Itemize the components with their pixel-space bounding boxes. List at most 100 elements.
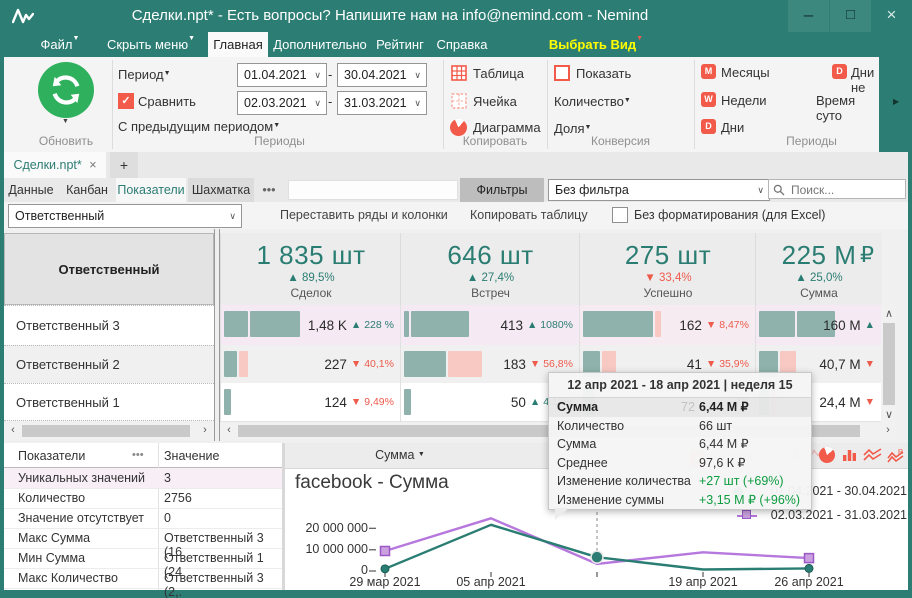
- period-start-select[interactable]: 01.04.2021∨: [237, 63, 327, 87]
- months-item[interactable]: Месяцы: [721, 65, 770, 80]
- menu-file[interactable]: Файл▼: [30, 32, 90, 57]
- refresh-caret-icon[interactable]: ▼: [62, 118, 69, 125]
- tab-rating[interactable]: Рейтинг: [372, 32, 428, 57]
- caret-down-icon: ▼: [418, 451, 425, 458]
- bar-chart-icon[interactable]: [842, 448, 857, 462]
- table-cell[interactable]: 413▲ 1080%: [400, 305, 580, 346]
- main-vscrollbar[interactable]: ∧ ∨: [881, 305, 897, 423]
- filter-select[interactable]: Без фильтра∨: [548, 179, 770, 201]
- add-tab-button[interactable]: +: [110, 152, 138, 178]
- tab-close-icon[interactable]: ×: [89, 158, 96, 172]
- row-label[interactable]: Ответственный 2: [4, 345, 214, 383]
- scrollbar-thumb[interactable]: [883, 323, 895, 405]
- minimize-button[interactable]: –: [788, 0, 829, 32]
- tab-main[interactable]: Главная: [208, 32, 268, 57]
- close-button[interactable]: ×: [871, 0, 912, 32]
- table-cell[interactable]: 162▼ 8,47%: [579, 305, 756, 346]
- mini-bars: [224, 351, 250, 377]
- view-tab-chessboard[interactable]: Шахматка: [188, 178, 254, 202]
- chart-metric-select[interactable]: Сумма ▼: [340, 448, 460, 462]
- area-chart-icon[interactable]: [863, 448, 882, 462]
- rating-chart-icon[interactable]: R: [887, 448, 905, 464]
- with-previous-period[interactable]: С предыдущим периодом▼: [118, 119, 280, 134]
- copy-diagram-item[interactable]: Диаграмма: [473, 120, 541, 135]
- weekdays-item[interactable]: Дни не: [851, 65, 879, 95]
- view-tab-kanban[interactable]: Канбан: [60, 178, 114, 202]
- conversion-quantity[interactable]: Количество▼: [554, 94, 631, 109]
- kpi-success[interactable]: 275 шт ▼ 33,4% Успешно: [579, 233, 756, 306]
- weeks-icon: W: [701, 92, 716, 107]
- stats-row[interactable]: Количество2756: [4, 488, 282, 509]
- copy-table-button[interactable]: Копировать таблицу: [470, 208, 588, 222]
- table-cell[interactable]: 227▼ 40,1%: [220, 345, 401, 384]
- dimension-select[interactable]: Ответственный∨: [8, 204, 242, 228]
- search-box[interactable]: [768, 179, 906, 199]
- maximize-button[interactable]: □: [830, 0, 871, 32]
- ribbon-scroll-right-icon[interactable]: ▶: [893, 97, 899, 106]
- kpi-deals[interactable]: 1 835 шт ▲ 89,5% Сделок: [220, 233, 401, 306]
- stats-row[interactable]: Мин СуммаОтветственный 1 (24: [4, 548, 282, 569]
- document-tab[interactable]: Сделки.npt* ×: [4, 152, 106, 178]
- kpi-delta: ▲ 89,5%: [221, 272, 401, 284]
- table-cell[interactable]: 124▼ 9,49%: [220, 383, 401, 422]
- row-label[interactable]: Ответственный 3: [4, 305, 214, 345]
- search-input[interactable]: [789, 180, 905, 200]
- kpi-value: 1 835 шт: [221, 240, 401, 271]
- compare-checkbox[interactable]: ✓: [118, 93, 134, 109]
- table-cell[interactable]: 1,48 K▲ 228 %: [220, 305, 401, 346]
- tab-additional[interactable]: Дополнительно: [272, 32, 368, 57]
- compare-end-select[interactable]: 31.03.2021∨: [337, 91, 427, 115]
- swap-rows-columns-button[interactable]: Переставить ряды и колонки: [280, 208, 448, 222]
- weeks-item[interactable]: Недели: [721, 93, 767, 108]
- view-tab-indicators[interactable]: Показатели: [116, 178, 186, 202]
- left-hscrollbar[interactable]: ‹ ›: [4, 423, 214, 439]
- scroll-right-icon[interactable]: ›: [881, 424, 895, 436]
- stats-row[interactable]: Уникальных значений3: [4, 468, 282, 489]
- table-cell[interactable]: 160 М▲: [755, 305, 882, 346]
- copy-cell-item[interactable]: Ячейка: [473, 94, 517, 109]
- chevron-down-icon: ∨: [314, 64, 321, 86]
- kpi-delta: ▲ 25,0%: [756, 272, 882, 284]
- caret-down-icon: ▼: [636, 35, 643, 42]
- refresh-button[interactable]: [38, 62, 94, 118]
- check-icon: ✓: [121, 95, 130, 107]
- scroll-left-icon[interactable]: ‹: [222, 424, 236, 436]
- table-toolbar: Ответственный∨ Переставить ряды и колонк…: [4, 202, 908, 230]
- mini-bars: [404, 351, 484, 377]
- tooltip-row: Количество66 шт: [549, 417, 811, 436]
- menu-choose-view[interactable]: Выбрать Вид▼: [548, 32, 644, 57]
- kpi-meetings[interactable]: 646 шт ▲ 27,4% Встреч: [400, 233, 580, 306]
- stats-col1-header[interactable]: Показатели: [18, 449, 85, 463]
- copy-table-item[interactable]: Таблица: [473, 66, 524, 81]
- daytime-item[interactable]: Время суто: [816, 93, 879, 123]
- quick-area: [288, 180, 458, 200]
- period-label[interactable]: Период▼: [118, 67, 171, 82]
- view-tab-data[interactable]: Данные: [4, 178, 58, 202]
- filters-button[interactable]: Фильтры: [460, 178, 544, 202]
- stats-row[interactable]: Макс КоличествоОтветственный 3 (2,.: [4, 568, 282, 589]
- scroll-up-icon[interactable]: ∧: [882, 307, 896, 320]
- x-tick: 26 апр 2021: [764, 575, 854, 589]
- scroll-down-icon[interactable]: ∨: [882, 408, 896, 421]
- scrollb极humb[interactable]: [22, 425, 190, 437]
- stats-row[interactable]: Значение отсутствует0: [4, 508, 282, 529]
- no-format-checkbox[interactable]: [612, 207, 628, 223]
- menu-hide-menu[interactable]: Скрыть меню▼: [96, 32, 206, 57]
- stats-menu-icon[interactable]: •••: [132, 449, 144, 461]
- row-dimension-header[interactable]: Ответственный: [4, 233, 214, 305]
- scroll-right-icon[interactable]: ›: [198, 424, 212, 436]
- view-tabs-more[interactable]: •••: [256, 178, 282, 202]
- stats-col2-header[interactable]: Значение: [164, 449, 219, 463]
- compare-start-select[interactable]: 02.03.2021∨: [237, 91, 327, 115]
- period-end-select[interactable]: 30.04.2021∨: [337, 63, 427, 87]
- kpi-sum[interactable]: 225 М ₽ ▲ 25,0% Сумма: [755, 233, 882, 306]
- stats-row[interactable]: Макс СуммаОтветственный 3 (16: [4, 528, 282, 549]
- caret-down-icon: ▼: [73, 35, 80, 42]
- tab-help[interactable]: Справка: [432, 32, 492, 57]
- stats-panel: Показатели ••• Значение Уникальных значе…: [4, 443, 282, 590]
- days-item[interactable]: Дни: [721, 120, 744, 135]
- scroll-left-icon[interactable]: ‹: [6, 424, 20, 436]
- show-checkbox[interactable]: [554, 65, 570, 81]
- search-icon: [773, 184, 785, 196]
- row-label[interactable]: Ответственный 1: [4, 383, 214, 421]
